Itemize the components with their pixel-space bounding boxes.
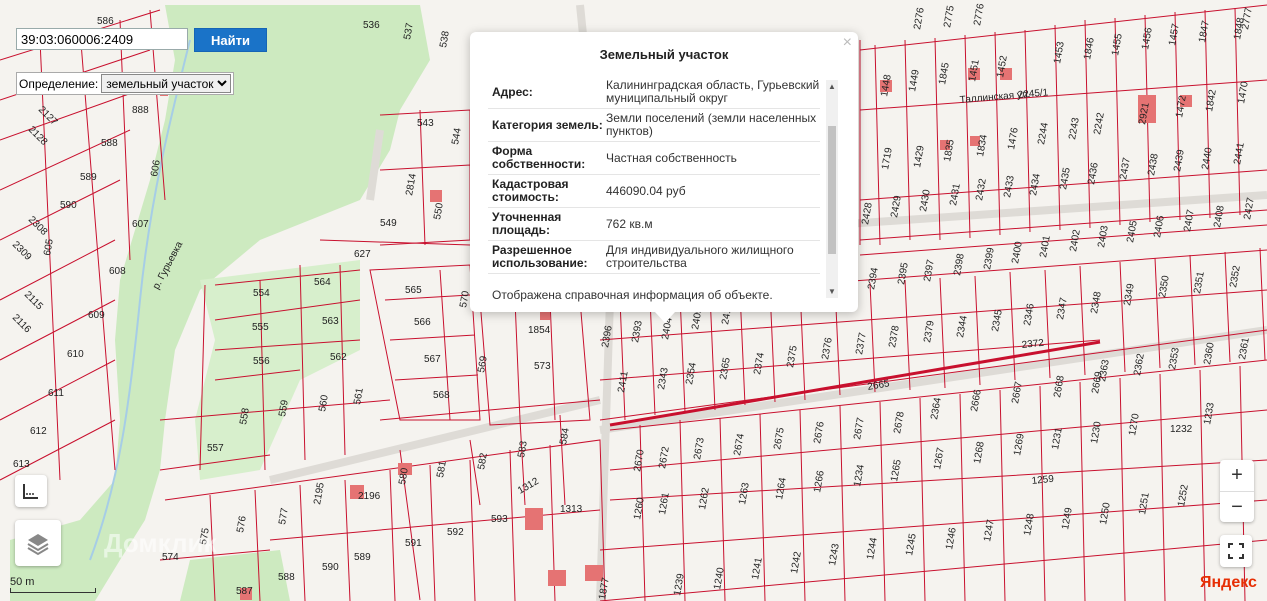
watermark: Домклик [104, 528, 217, 558]
definition-control: Определение: земельный участок [16, 72, 235, 95]
info-row-permitted-use: Разрешенное использование: Для индивидуал… [488, 241, 820, 274]
popup-info-table: Адрес: Калининградская область, Гурьевски… [488, 76, 820, 274]
parcel-number: 608 [109, 266, 126, 277]
parcel-number: 566 [414, 317, 431, 328]
parcel-number: 888 [132, 105, 149, 116]
scroll-up-icon[interactable]: ▲ [826, 82, 838, 91]
parcel-number: 568 [433, 390, 450, 401]
parcel-number: 564 [314, 277, 331, 288]
popup-note: Отображена справочная информация об объе… [492, 288, 773, 302]
close-icon[interactable]: × [843, 34, 852, 52]
scale-label: 50 m [10, 576, 35, 588]
parcel-number: 589 [80, 172, 97, 183]
fullscreen-icon[interactable] [1220, 535, 1252, 567]
parcel-number: 609 [88, 310, 105, 321]
zoom-out-button[interactable]: − [1220, 492, 1254, 523]
scale-bar: 50 m [10, 576, 96, 593]
parcel-info-popup: Земельный участок × Адрес: Калининградска… [470, 32, 858, 323]
info-row-address: Адрес: Калининградская область, Гурьевски… [488, 76, 820, 109]
parcel-number: 587 [236, 586, 253, 597]
zoom-control: + − [1220, 460, 1254, 522]
parcel-number: 588 [101, 138, 118, 149]
parcel-number: 610 [67, 349, 84, 360]
info-row-land-category: Категория земель: Земли поселений (земли … [488, 109, 820, 142]
parcel-number: 1313 [560, 504, 583, 515]
parcel-number: 590 [60, 200, 77, 211]
parcel-number: 565 [405, 285, 422, 296]
parcel-number: 567 [424, 354, 441, 365]
scroll-down-icon[interactable]: ▼ [826, 287, 838, 296]
search-button[interactable]: Найти [194, 28, 267, 52]
parcel-number: 543 [417, 118, 434, 129]
parcel-number: 557 [207, 443, 224, 454]
parcel-number: 556 [253, 356, 270, 367]
parcel-number: 562 [330, 352, 347, 363]
layers-icon[interactable] [15, 520, 61, 566]
parcel-number: 573 [534, 361, 551, 372]
cadastral-search-input[interactable]: 39:03:060006:2409 [16, 28, 188, 50]
parcel-number: 549 [380, 218, 397, 229]
parcel-number: 611 [48, 388, 64, 399]
popup-scrollbar[interactable]: ▲ ▼ [826, 80, 838, 298]
parcel-number: 627 [354, 249, 371, 260]
parcel-number: 589 [354, 552, 371, 563]
definition-label: Определение: [19, 76, 99, 91]
parcel-number: 536 [363, 20, 380, 31]
info-row-area: Уточненная площадь: 762 кв.м [488, 208, 820, 241]
parcel-number: 593 [491, 514, 508, 525]
definition-select[interactable]: земельный участок [101, 74, 232, 93]
parcel-number: 554 [253, 288, 270, 299]
scroll-thumb[interactable] [828, 126, 836, 254]
search-box: 39:03:060006:2409 Найти [16, 28, 267, 52]
yandex-logo: Яндекс [1200, 574, 1257, 591]
ruler-icon[interactable] [15, 475, 47, 507]
popup-title: Земельный участок [599, 47, 729, 62]
parcel-number: 1232 [1170, 424, 1193, 435]
parcel-number: 590 [322, 562, 339, 573]
info-row-ownership: Форма собственности: Частная собственност… [488, 142, 820, 175]
parcel-number: 2196 [358, 491, 381, 502]
parcel-number: 613 [13, 459, 30, 470]
parcel-number: 586 [97, 16, 114, 27]
parcel-number: 607 [132, 219, 149, 230]
zoom-in-button[interactable]: + [1220, 460, 1254, 491]
parcel-number: 1854 [528, 325, 551, 336]
info-row-cadastral-value: Кадастровая стоимость: 446090.04 руб [488, 175, 820, 208]
parcel-number: 588 [278, 572, 295, 583]
parcel-number: 555 [252, 322, 269, 333]
parcel-number: 612 [30, 426, 47, 437]
parcel-number: 563 [322, 316, 339, 327]
parcel-number: 592 [447, 527, 464, 538]
parcel-number: 591 [405, 538, 422, 549]
